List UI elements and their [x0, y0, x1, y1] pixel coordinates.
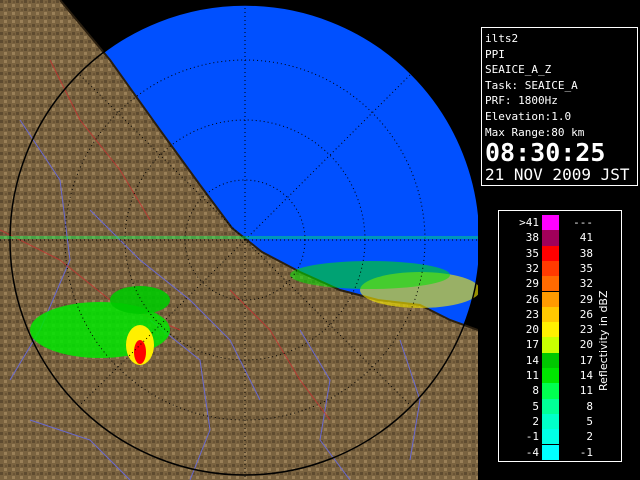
legend-swatch	[542, 245, 559, 261]
legend-min-value: -4	[525, 445, 539, 459]
echo-red-core	[134, 340, 146, 364]
legend-row: -4 -1	[499, 444, 621, 460]
legend-swatch	[542, 337, 559, 353]
legend-max-value: -1	[579, 445, 593, 459]
echo-horizontal-streak	[0, 236, 478, 239]
legend-min-value: 32	[525, 261, 539, 275]
legend-swatch	[542, 368, 559, 384]
reflectivity-legend: >41 --- 38 41 35 38 32 35 29 32 26 29 23 26 20 23 17 20 14…	[498, 210, 622, 462]
legend-swatch	[542, 291, 559, 307]
product-name: SEAICE_A_Z	[485, 63, 552, 77]
scan-time: 08:30:25	[485, 138, 606, 168]
legend-min-value: 8	[532, 384, 539, 398]
legend-max-value: 38	[579, 246, 593, 260]
legend-swatch	[542, 306, 559, 323]
legend-min-value: 26	[525, 292, 539, 306]
legend-swatch	[542, 322, 559, 338]
legend-swatch	[542, 215, 559, 231]
legend-max-value: 23	[579, 323, 593, 337]
legend-swatch	[542, 413, 559, 430]
radar-display: ilts2 PPI SEAICE_A_Z Task: SEAICE_A PRF:…	[0, 0, 640, 480]
legend-min-value: 23	[525, 307, 539, 321]
echo-green-east	[110, 286, 170, 314]
legend-row: -1 2	[499, 429, 621, 445]
legend-max-value: 2	[586, 430, 593, 444]
echo-coast-green	[290, 261, 450, 289]
legend-swatch	[542, 444, 559, 460]
legend-min-value: 38	[525, 231, 539, 245]
legend-min-value: -1	[525, 430, 539, 444]
legend-swatch	[542, 383, 559, 399]
scan-date: 21 NOV 2009 JST	[485, 165, 630, 185]
legend-max-value: 29	[579, 292, 593, 306]
legend-swatch	[542, 230, 559, 246]
legend-max-value: ---	[573, 216, 593, 229]
legend-max-value: 35	[579, 261, 593, 275]
prf-value: PRF: 1800Hz	[485, 94, 558, 108]
legend-max-value: 11	[579, 384, 593, 398]
legend-swatch	[542, 352, 559, 368]
elevation-value: Elevation:1.0	[485, 109, 572, 123]
station-name: ilts2	[485, 32, 519, 45]
radar-ppi-map	[0, 0, 478, 480]
legend-max-value: 14	[579, 369, 593, 382]
legend-swatch	[542, 276, 559, 292]
legend-min-value: 5	[532, 399, 539, 413]
legend-swatch	[542, 260, 559, 277]
legend-min-value: 20	[525, 323, 539, 337]
legend-min-value: 35	[525, 246, 539, 260]
radar-info-panel: ilts2 PPI SEAICE_A_Z Task: SEAICE_A PRF:…	[481, 27, 638, 186]
legend-swatch	[542, 429, 559, 445]
legend-row: >41 ---	[499, 215, 621, 231]
legend-max-value: 41	[579, 231, 593, 245]
task-name: Task: SEAICE_A	[485, 78, 578, 92]
legend-min-value: >41	[519, 216, 539, 229]
legend-min-value: 17	[525, 338, 539, 352]
scan-type: PPI	[485, 47, 505, 61]
legend-max-value: 32	[579, 277, 593, 291]
legend-max-value: 17	[579, 353, 593, 367]
legend-row: 38 41	[499, 230, 621, 246]
legend-max-value: 8	[586, 399, 593, 413]
legend-swatch	[542, 398, 559, 414]
legend-min-value: 11	[525, 369, 539, 382]
legend-max-value: 26	[579, 307, 593, 321]
legend-max-value: 20	[579, 338, 593, 352]
legend-min-value: 29	[525, 277, 539, 291]
legend-min-value: 14	[525, 353, 539, 367]
legend-max-value: 5	[586, 414, 593, 428]
legend-min-value: 2	[532, 414, 539, 428]
legend-title: Reflectivity in dBZ	[597, 290, 610, 392]
